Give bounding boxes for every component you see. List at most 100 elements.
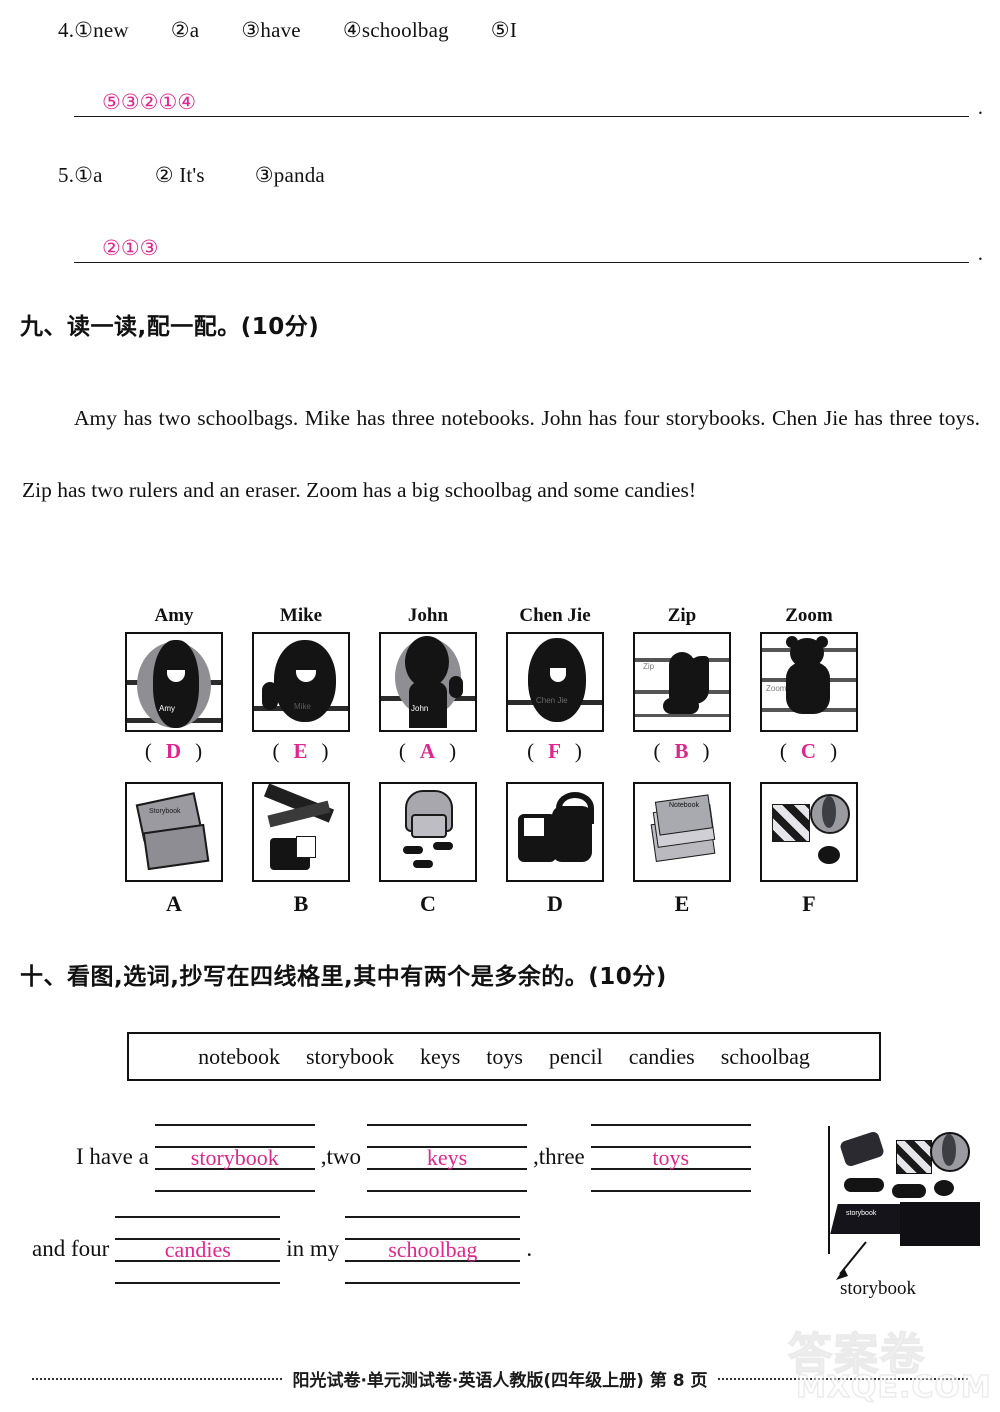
writing-blank-4[interactable]: candies bbox=[115, 1212, 281, 1286]
answer-bracket-john[interactable]: (A) bbox=[399, 739, 457, 764]
writing-blank-3-answer: toys bbox=[652, 1145, 690, 1170]
writing-blank-4-answer: candies bbox=[164, 1237, 231, 1262]
sentence-1-mid-1: ,two bbox=[320, 1144, 362, 1169]
fill-in-sentence-line-2: and four candies in my schoolbag . bbox=[26, 1212, 538, 1286]
writing-blank-1-answer: storybook bbox=[190, 1145, 279, 1170]
answer-bracket-zoom[interactable]: (C) bbox=[780, 739, 838, 764]
answer-letter-zip: B bbox=[674, 739, 690, 763]
ordering-item-4-option-3: ③have bbox=[241, 18, 301, 42]
object-label-f: F bbox=[802, 891, 816, 916]
section-ten-heading: 十、看图,选词,抄写在四线格里,其中有两个是多余的。(10分) bbox=[20, 964, 667, 990]
ordering-item-5-period: . bbox=[977, 241, 983, 265]
photo-caption-storybook: storybook bbox=[840, 1278, 916, 1299]
worksheet-page: 4.①new ②a ③have ④schoolbag ⑤I ⑤③②①④ . 5.①a ② … bbox=[0, 0, 1000, 1412]
ordering-item-5-option-1: ①a bbox=[74, 163, 103, 187]
ordering-item-5-option-2: ② It's bbox=[154, 163, 205, 187]
reading-passage: Amy has two schoolbags. Mike has three n… bbox=[22, 382, 980, 526]
object-cell-a: Storybook A bbox=[125, 782, 223, 917]
writing-blank-1[interactable]: storybook bbox=[154, 1120, 315, 1194]
word-bank-item-schoolbag[interactable]: schoolbag bbox=[721, 1044, 810, 1070]
writing-blank-2[interactable]: keys bbox=[367, 1120, 528, 1194]
object-cell-e: Notebook E bbox=[633, 782, 731, 917]
object-cell-d: D bbox=[506, 782, 604, 917]
person-name-zip: Zip bbox=[667, 605, 697, 626]
word-bank-item-keys[interactable]: keys bbox=[420, 1044, 460, 1070]
boy-waving-photo-icon: Mike bbox=[252, 632, 350, 732]
object-cell-b: B bbox=[252, 782, 350, 917]
word-bank-item-storybook[interactable]: storybook bbox=[306, 1044, 394, 1070]
ordering-item-4-answer: ⑤③②①④ bbox=[102, 90, 197, 114]
ordering-item-4-number: 4. bbox=[58, 18, 75, 42]
ordering-item-5-number: 5. bbox=[58, 163, 75, 187]
page-footer: 阳光试卷·单元测试卷·英语人教版(四年级上册) 第 8 页 bbox=[0, 1366, 1000, 1391]
ordering-item-5: 5.①a ② It's ③panda bbox=[58, 163, 325, 188]
object-label-e: E bbox=[674, 891, 690, 916]
sentence-1-lead: I have a bbox=[76, 1144, 149, 1169]
ordering-item-4-answer-blank[interactable]: ⑤③②①④ . bbox=[74, 86, 983, 119]
toys-icon bbox=[760, 782, 858, 882]
ordering-item-4-period: . bbox=[977, 95, 983, 119]
sentence-1-mid-2: ,three bbox=[533, 1144, 585, 1169]
answer-bracket-mike[interactable]: (E) bbox=[272, 739, 329, 764]
word-bank-item-pencil[interactable]: pencil bbox=[549, 1044, 603, 1070]
object-cell-f: F bbox=[760, 782, 858, 917]
ordering-item-4-option-1: ①new bbox=[74, 18, 129, 42]
person-name-zoom: Zoom bbox=[785, 605, 833, 626]
squirrel-cartoon-icon: Zip bbox=[633, 632, 731, 732]
match-cell-mike: Mike Mike (E) bbox=[252, 605, 350, 764]
person-name-mike: Mike bbox=[279, 605, 323, 626]
object-label-c: C bbox=[420, 891, 436, 916]
footer-text: 阳光试卷·单元测试卷·英语人教版(四年级上册) 第 8 页 bbox=[292, 1371, 708, 1391]
match-cell-amy: Amy Amy (D) bbox=[125, 605, 223, 764]
desk-items-photo-icon: storybook bbox=[828, 1126, 980, 1254]
answer-letter-amy: D bbox=[165, 739, 183, 763]
match-cell-zoom: Zoom Zoom (C) bbox=[760, 605, 858, 764]
answer-bracket-chen-jie[interactable]: (F) bbox=[527, 739, 583, 764]
boy-raising-hand-photo-icon: John bbox=[379, 632, 477, 732]
answer-bracket-zip[interactable]: (B) bbox=[653, 739, 710, 764]
answer-letter-chen-jie: F bbox=[548, 739, 562, 763]
watermark: 答案卷 MXQE.COM bbox=[782, 1318, 992, 1410]
match-cell-zip: Zip Zip (B) bbox=[633, 605, 731, 764]
section-nine-heading: 九、读一读,配一配。(10分) bbox=[20, 314, 320, 340]
object-label-d: D bbox=[547, 891, 563, 916]
ordering-item-5-answer: ②①③ bbox=[102, 236, 159, 260]
word-bank-item-candies[interactable]: candies bbox=[629, 1044, 695, 1070]
person-name-john: John bbox=[407, 605, 449, 626]
ordering-item-5-option-3: ③panda bbox=[254, 163, 325, 187]
ordering-item-4: 4.①new ②a ③have ④schoolbag ⑤I bbox=[58, 18, 517, 43]
match-cell-chen-jie: Chen Jie Chen Jie (F) bbox=[506, 605, 604, 764]
word-bank-item-notebook[interactable]: notebook bbox=[198, 1044, 280, 1070]
sentence-2-end: . bbox=[526, 1236, 533, 1261]
footer-dots-left bbox=[32, 1377, 283, 1380]
sentence-2-mid: in my bbox=[286, 1236, 340, 1261]
person-name-amy: Amy bbox=[154, 605, 194, 626]
person-name-chen-jie: Chen Jie bbox=[519, 605, 591, 626]
fill-in-sentence-line-1: I have a storybook ,two keys ,three toys bbox=[70, 1120, 751, 1194]
sentence-2-lead: and four bbox=[32, 1236, 110, 1261]
objects-matching-row: Storybook A B C D Notebook E F bbox=[125, 782, 858, 917]
object-cell-c: C bbox=[379, 782, 477, 917]
reading-passage-text: Amy has two schoolbags. Mike has three n… bbox=[22, 406, 980, 502]
ordering-item-4-option-4: ④schoolbag bbox=[342, 18, 449, 42]
ordering-item-5-answer-blank[interactable]: ②①③ . bbox=[74, 232, 983, 265]
writing-blank-2-answer: keys bbox=[426, 1145, 468, 1170]
schoolbag-and-candies-icon bbox=[379, 782, 477, 882]
answer-letter-zoom: C bbox=[800, 739, 818, 763]
answer-letter-mike: E bbox=[293, 739, 309, 763]
word-bank: notebook storybook keys toys pencil cand… bbox=[127, 1032, 881, 1081]
girl-photo-icon: Chen Jie bbox=[506, 632, 604, 732]
notebooks-icon: Notebook bbox=[633, 782, 731, 882]
answer-bracket-amy[interactable]: (D) bbox=[145, 739, 203, 764]
writing-blank-5-answer: schoolbag bbox=[388, 1237, 478, 1262]
people-matching-row: Amy Amy (D) Mike Mike (E) John John (A … bbox=[125, 605, 858, 764]
object-label-a: A bbox=[166, 891, 182, 916]
footer-dots-right bbox=[717, 1377, 968, 1380]
writing-blank-3[interactable]: toys bbox=[590, 1120, 751, 1194]
word-bank-item-toys[interactable]: toys bbox=[486, 1044, 523, 1070]
ordering-item-4-option-5: ⑤I bbox=[490, 18, 518, 42]
two-schoolbags-icon bbox=[506, 782, 604, 882]
bear-cartoon-icon: Zoom bbox=[760, 632, 858, 732]
writing-blank-5[interactable]: schoolbag bbox=[345, 1212, 521, 1286]
girl-with-schoolbag-photo-icon: Amy bbox=[125, 632, 223, 732]
